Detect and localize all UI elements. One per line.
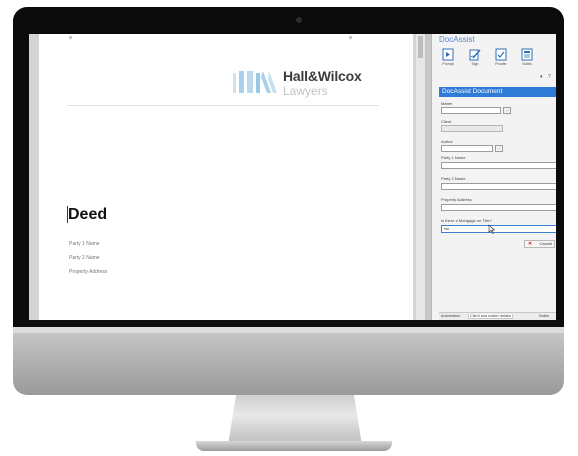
ruler-marker [69,36,72,39]
party-1-name-input[interactable] [441,162,556,169]
sign-button[interactable]: Sign [466,48,484,66]
party-1-name-field: Party 1 Name [69,241,100,247]
cancel-label: Cancel [539,241,552,246]
pane-options-icon[interactable]: ▾ [540,74,543,80]
pane-title: DocAssist [439,35,475,44]
mouse-pointer-icon [488,224,495,234]
tab-automation[interactable]: Automation [441,314,460,318]
client-input [441,125,503,132]
party-2-name-label: Party 2 Name [441,176,466,181]
prompt-label: Prompt [442,62,454,66]
ruler-marker [349,36,352,39]
pane-tab-bar: Automation Client and matter details Not… [439,312,556,320]
sign-icon [469,49,481,61]
author-lookup-button[interactable]: ... [495,145,503,152]
monitor-chin [13,327,564,395]
mortgage-select-value: No [444,226,450,231]
proofer-button[interactable]: Proofer [492,48,510,66]
matter-label: Matter [441,101,453,106]
notes-icon [521,48,533,61]
scrollbar-thumb[interactable] [418,36,423,58]
mortgage-question-label: Is there a Mortgage on Title? [441,218,492,223]
header-divider [67,105,379,106]
document-scrollbar[interactable] [416,34,425,320]
property-address-label: Property Address [441,197,472,202]
prompt-button[interactable]: Prompt [439,48,457,66]
help-icon[interactable]: ? [548,74,551,80]
camera-icon [296,17,302,23]
logo-subtitle: Lawyers [283,84,328,98]
author-label: Author [441,139,453,144]
client-label: Client [441,119,452,124]
party-2-name-input[interactable] [441,183,556,190]
screen: Hall&Wilcox Lawyers Deed Party 1 Name Pa… [29,34,556,320]
mortgage-select[interactable]: No [441,225,556,233]
sign-label: Sign [471,62,479,66]
property-address-field: Property Address [69,269,108,275]
tab-client-and-matter-details[interactable]: Client and matter details [468,314,513,319]
notes-label: Notes [522,62,532,66]
monitor-stand-base [196,441,392,451]
matter-lookup-button[interactable]: ... [503,107,511,114]
notes-button[interactable]: Notes [518,48,536,66]
tab-notes[interactable]: Notes [539,314,549,318]
monitor-stand [228,395,362,445]
logo-name: Hall&Wilcox [283,68,362,84]
document-area: Hall&Wilcox Lawyers Deed Party 1 Name Pa… [29,34,425,320]
matter-input[interactable] [441,107,501,114]
logo-mark-icon [233,71,277,93]
cancel-icon: ✕ [528,241,533,247]
property-address-input[interactable] [441,204,556,211]
docassist-document-header: DocAssist Document [439,87,556,97]
prompt-icon [442,48,454,61]
document-page[interactable]: Hall&Wilcox Lawyers Deed Party 1 Name Pa… [39,34,413,320]
proofer-icon [495,48,507,61]
document-title: Deed [68,206,108,223]
monitor-chin-highlight [13,327,564,333]
party-2-name-field: Party 2 Name [69,255,100,261]
cancel-button[interactable]: ✕ Cancel [524,240,555,248]
author-input[interactable] [441,145,493,152]
proofer-label: Proofer [495,62,507,66]
docassist-pane: DocAssist Prompt Sign Proofer Notes ▾ ? … [431,34,556,320]
party-1-name-label: Party 1 Name [441,155,466,160]
company-logo: Hall&Wilcox Lawyers [231,64,401,100]
